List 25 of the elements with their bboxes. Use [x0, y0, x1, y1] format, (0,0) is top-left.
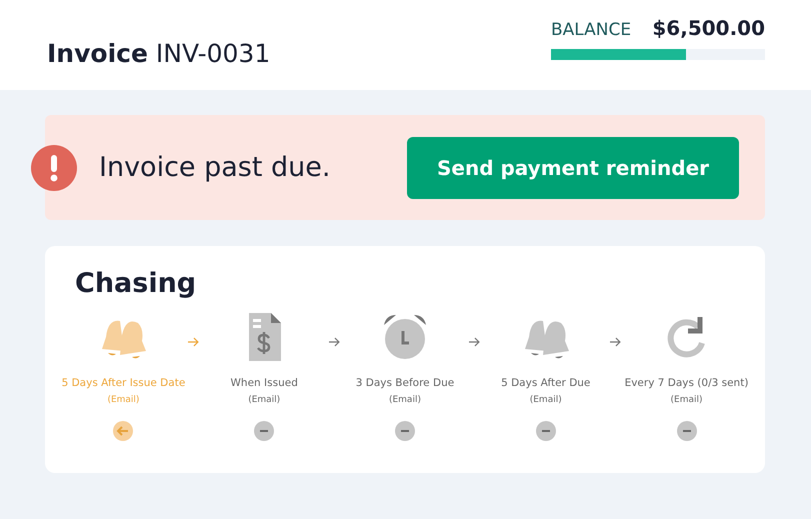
balance-label: BALANCE	[551, 20, 632, 40]
balance-amount: $6,500.00	[652, 16, 765, 40]
step-label: Every 7 Days (0/3 sent)	[624, 377, 748, 389]
arrow-icon	[188, 337, 200, 347]
step-channel: (Email)	[248, 395, 280, 405]
step-channel: (Email)	[107, 395, 140, 405]
step-label: 5 Days After Due	[501, 377, 590, 389]
step-label: 5 Days After Issue Date	[62, 377, 186, 389]
chasing-title: Chasing	[75, 268, 198, 299]
warning-icon	[31, 144, 77, 190]
step-label: 3 Days Before Due	[356, 377, 454, 389]
step-channel: (Email)	[670, 395, 702, 405]
step-channel: (Email)	[388, 395, 421, 405]
arrow-icon	[328, 337, 341, 347]
remove-icon[interactable]	[536, 421, 556, 441]
arrow-icon	[469, 337, 482, 347]
remove-icon[interactable]	[676, 421, 696, 441]
step-channel: (Email)	[530, 395, 562, 405]
arrow-icon	[610, 337, 622, 347]
alert-message: Invoice past due.	[99, 152, 332, 183]
invoice-title: Invoice INV-0031	[47, 38, 270, 68]
send-reminder-button[interactable]: Send payment reminder	[407, 136, 739, 198]
remove-icon[interactable]	[254, 421, 274, 441]
step-label: When Issued	[230, 377, 298, 389]
remove-icon[interactable]	[394, 421, 415, 441]
